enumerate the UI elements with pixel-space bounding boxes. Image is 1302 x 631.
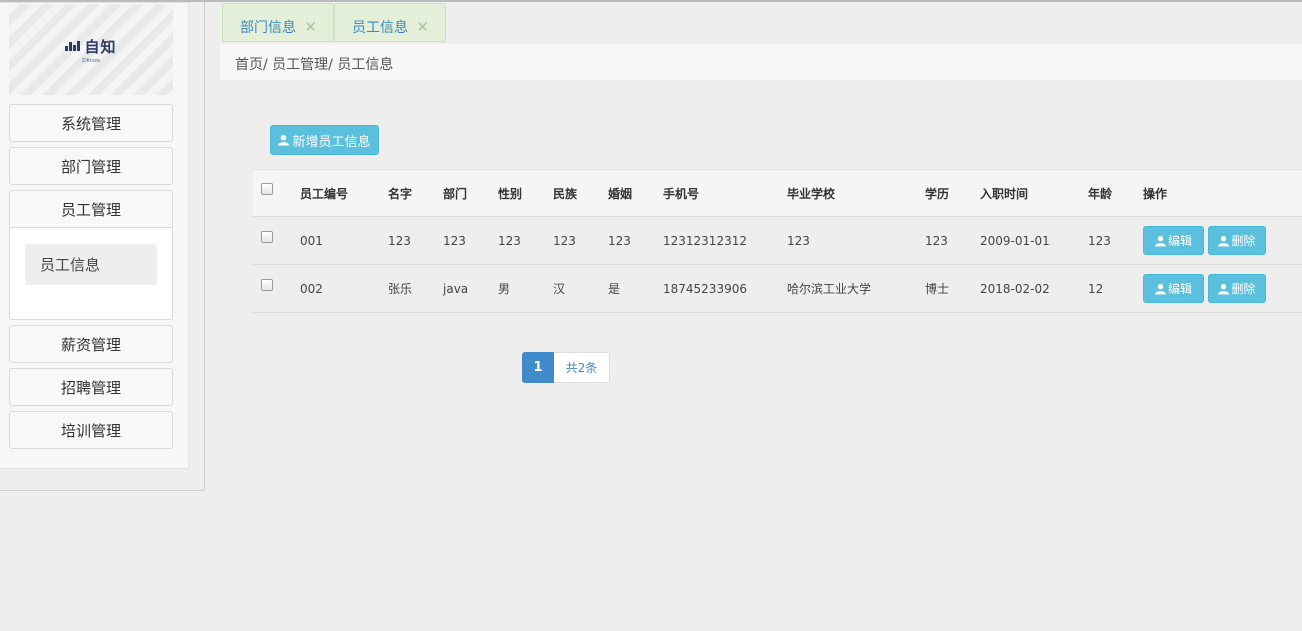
sidebar-item-training[interactable]: 培训管理: [9, 411, 173, 449]
tab-department-info[interactable]: 部门信息 ✕: [222, 3, 334, 42]
delete-button[interactable]: 删除: [1208, 274, 1266, 303]
sidebar-item-label: 培训管理: [60, 421, 121, 440]
logo-subtext: ZiKnow: [81, 57, 101, 64]
edit-button[interactable]: 编辑: [1143, 226, 1204, 255]
cell-phone: 18745233906: [663, 281, 747, 296]
row-checkbox[interactable]: [261, 278, 273, 291]
cell-department: java: [443, 281, 469, 296]
header-cell: 毕业学校: [787, 186, 836, 201]
cell-actions: 编辑 删除: [1143, 265, 1270, 312]
user-icon: [1218, 235, 1230, 246]
sidebar-item-system[interactable]: 系统管理: [9, 104, 173, 142]
sidebar: 自知 ZiKnow 系统管理 部门管理 员工管理 员工信息 薪资管理 招聘管理 …: [0, 2, 205, 491]
sidebar-item-label: 系统管理: [60, 114, 121, 133]
cell-actions: 编辑 删除: [1143, 217, 1270, 264]
header-cell: 员工编号: [300, 186, 349, 201]
submenu-item-employee-info[interactable]: 员工信息: [25, 244, 157, 285]
select-all-cell: [261, 170, 273, 216]
cell-gender: 123: [498, 233, 521, 248]
logo-bars-icon: [65, 41, 81, 51]
header-cell: 手机号: [663, 186, 700, 201]
employee-submenu: 员工信息: [9, 228, 173, 320]
cell-age: 12: [1088, 281, 1104, 296]
sidebar-item-salary[interactable]: 薪资管理: [9, 325, 173, 363]
breadcrumb: 首页/ 员工管理/ 员工信息: [220, 44, 1302, 80]
row-select-cell: [261, 217, 273, 264]
cell-ethnicity: 123: [553, 233, 576, 248]
page-button-current[interactable]: 1: [522, 352, 554, 383]
cell-phone: 12312312312: [663, 233, 747, 248]
header-cell: 年龄: [1088, 186, 1113, 201]
cell-name: 张乐: [388, 282, 413, 296]
tab-label: 员工信息: [352, 20, 408, 36]
tab-employee-info[interactable]: 员工信息 ✕: [334, 3, 446, 42]
logo: 自知 ZiKnow: [65, 36, 116, 64]
sidebar-item-label: 招聘管理: [60, 378, 121, 397]
logo-text: 自知: [84, 37, 117, 56]
cell-school: 123: [787, 233, 810, 248]
sidebar-item-employee[interactable]: 员工管理: [9, 190, 173, 228]
logo-box: 自知 ZiKnow: [9, 4, 173, 95]
add-employee-label: 新增员工信息: [292, 134, 371, 150]
tab-label: 部门信息: [240, 20, 296, 36]
cell-school: 哈尔滨工业大学: [787, 282, 872, 296]
cell-ethnicity: 汉: [553, 282, 566, 296]
header-cell: 性别: [498, 186, 523, 201]
edit-button[interactable]: 编辑: [1143, 274, 1204, 303]
cell-age: 123: [1088, 233, 1111, 248]
close-icon[interactable]: ✕: [416, 18, 429, 36]
header-cell: 操作: [1143, 186, 1168, 201]
edit-label: 编辑: [1167, 282, 1192, 296]
cell-department: 123: [443, 233, 466, 248]
cell-hire-date: 2009-01-01: [980, 233, 1050, 248]
sidebar-item-department[interactable]: 部门管理: [9, 147, 173, 185]
cell-marriage: 123: [608, 233, 631, 248]
user-icon: [1154, 235, 1166, 246]
sidebar-item-recruitment[interactable]: 招聘管理: [9, 368, 173, 406]
header-cell: 民族: [553, 186, 578, 201]
user-icon: [1218, 283, 1230, 294]
add-employee-button[interactable]: 新增员工信息: [270, 125, 379, 155]
table-row: 001 123 123 123 123 123 12312312312 123 …: [253, 217, 1302, 265]
table-header: 员工编号 名字 部门 性别 民族 婚姻 手机号 毕业学校 学历 入职时间 年龄 …: [253, 169, 1302, 217]
close-icon[interactable]: ✕: [304, 18, 317, 36]
header-cell: 学历: [925, 186, 950, 201]
cell-hire-date: 2018-02-02: [980, 281, 1050, 296]
cell-education: 博士: [925, 282, 950, 296]
select-all-checkbox[interactable]: [261, 183, 273, 195]
cell-education: 123: [925, 233, 948, 248]
user-icon: [1154, 283, 1166, 294]
edit-label: 编辑: [1167, 234, 1192, 248]
user-icon: [278, 134, 290, 146]
cell-gender: 男: [498, 282, 511, 296]
submenu-item-label: 员工信息: [40, 256, 101, 274]
cell-id: 001: [300, 233, 323, 248]
delete-button[interactable]: 删除: [1208, 226, 1266, 255]
delete-label: 删除: [1231, 282, 1256, 296]
header-cell: 入职时间: [980, 186, 1029, 201]
cell-id: 002: [300, 281, 323, 296]
header-cell: 名字: [388, 186, 413, 201]
sidebar-item-label: 部门管理: [60, 157, 121, 176]
pagination: 1 共2条: [522, 352, 610, 383]
row-select-cell: [261, 265, 273, 312]
cell-name: 123: [388, 233, 411, 248]
header-cell: 部门: [443, 186, 468, 201]
header-cell: 婚姻: [608, 186, 633, 201]
row-checkbox[interactable]: [261, 230, 273, 243]
sidebar-item-label: 薪资管理: [60, 335, 121, 354]
employee-table: 员工编号 名字 部门 性别 民族 婚姻 手机号 毕业学校 学历 入职时间 年龄 …: [253, 169, 1302, 313]
page-total-count[interactable]: 共2条: [554, 352, 610, 383]
table-row: 002 张乐 java 男 汉 是 18745233906 哈尔滨工业大学 博士…: [253, 265, 1302, 313]
breadcrumb-text: 首页/ 员工管理/ 员工信息: [235, 57, 394, 73]
delete-label: 删除: [1231, 234, 1256, 248]
sidebar-item-label: 员工管理: [60, 200, 121, 219]
cell-marriage: 是: [608, 282, 621, 296]
